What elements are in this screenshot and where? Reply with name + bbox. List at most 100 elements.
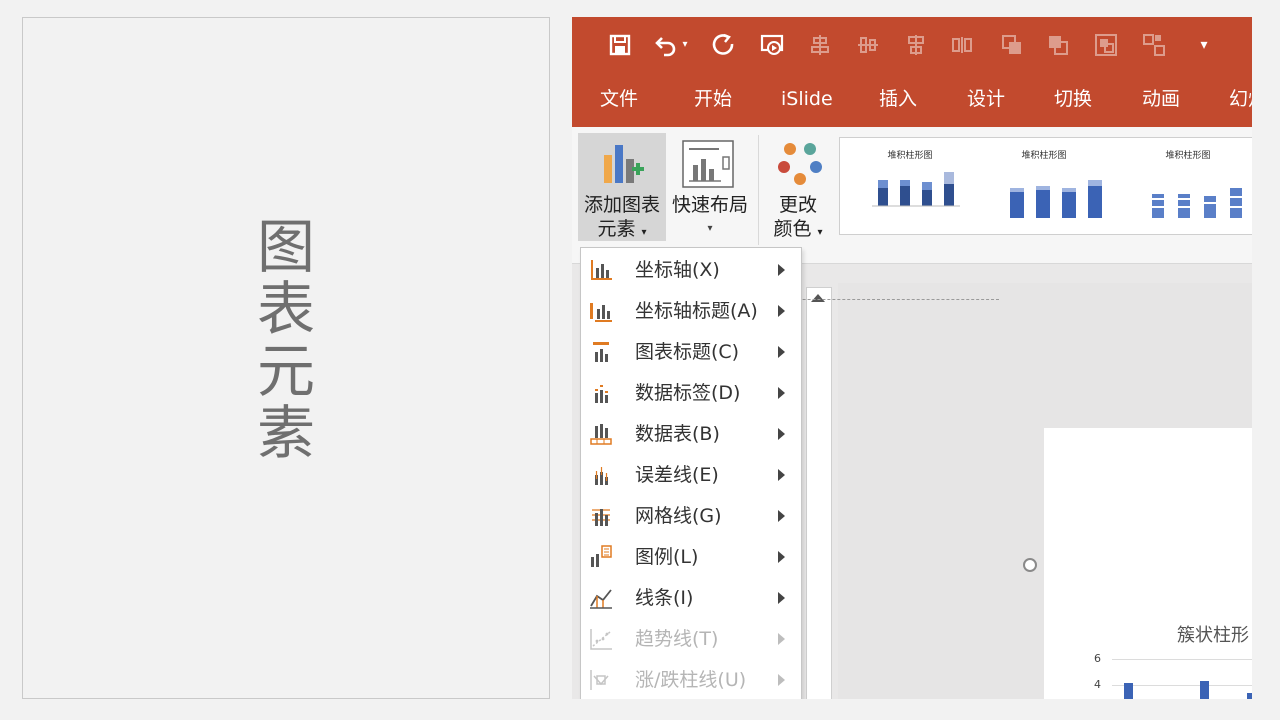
gridlines-icon <box>592 509 610 526</box>
submenu-arrow-icon <box>778 674 785 686</box>
start-slideshow-icon[interactable] <box>760 33 784 57</box>
menu-item-label: 网格线(G) <box>635 505 722 527</box>
menu-item-gridlines[interactable]: 网格线(G) <box>581 496 801 536</box>
tab-insert[interactable]: 插入 <box>879 87 917 111</box>
tab-islide[interactable]: iSlide <box>781 87 833 111</box>
submenu-arrow-icon <box>778 346 785 358</box>
tab-animations[interactable]: 动画 <box>1142 87 1180 111</box>
up-down-bars-icon <box>590 670 609 690</box>
thumb-title: 堆积柱形图 <box>1021 151 1067 161</box>
submenu-arrow-icon <box>778 633 785 645</box>
change-colors-label-2: 颜色 ▾ <box>773 218 823 240</box>
menu-item-data-labels[interactable]: 数据标签(D) <box>581 373 801 413</box>
menu-item-label: 涨/跌柱线(U) <box>635 669 747 691</box>
quick-layout-button[interactable]: 快速布局 ▾ <box>670 133 750 241</box>
chart-styles-gallery[interactable]: 堆积柱形图 堆积柱形图 堆积柱形图 <box>839 137 1252 235</box>
ungroup-icon[interactable] <box>1142 33 1166 57</box>
chart-bar <box>1200 681 1209 699</box>
ribbon-separator <box>758 135 759 245</box>
menu-item-label: 坐标轴标题(A) <box>635 300 758 322</box>
menu-item-axis-titles[interactable]: 坐标轴标题(A) <box>581 291 801 331</box>
change-colors-button[interactable]: 更改 颜色 ▾ <box>764 133 832 241</box>
submenu-arrow-icon <box>778 551 785 563</box>
stacked-bar-preview-icon <box>1010 180 1102 218</box>
group-icon[interactable] <box>1094 33 1118 57</box>
customize-qat-icon[interactable]: ▾ <box>1192 33 1216 57</box>
distribute-icon[interactable] <box>950 33 974 57</box>
menu-item-legend[interactable]: 图例(L) <box>581 537 801 577</box>
ribbon-tabs: 文件 开始 iSlide 插入 设计 切换 动画 幻灯 <box>572 73 1252 127</box>
chevron-down-icon: ▾ <box>707 223 713 234</box>
send-backward-icon[interactable] <box>1046 33 1070 57</box>
trendline-icon <box>590 629 612 650</box>
menu-item-label: 图表标题(C) <box>635 341 740 363</box>
add-chart-element-button[interactable]: 添加图表 元素 ▾ <box>578 133 666 241</box>
error-bars-icon <box>595 467 608 485</box>
title-char: 素 <box>256 399 315 467</box>
resize-handle[interactable] <box>1023 558 1037 572</box>
chart-style-thumb[interactable]: 堆积柱形图 <box>846 144 974 230</box>
undo-icon[interactable] <box>654 33 678 57</box>
tab-slideshow[interactable]: 幻灯 <box>1229 87 1252 111</box>
title-char: 表 <box>256 275 315 343</box>
tab-transitions[interactable]: 切换 <box>1054 87 1092 111</box>
bring-forward-icon[interactable] <box>1000 33 1024 57</box>
title-char: 图 <box>256 213 315 281</box>
menu-item-error-bars[interactable]: 误差线(E) <box>581 455 801 495</box>
submenu-arrow-icon <box>778 264 785 276</box>
menu-item-data-table[interactable]: 数据表(B) <box>581 414 801 454</box>
chart-title-icon <box>593 342 609 362</box>
chart-bar <box>1247 693 1252 699</box>
menu-item-label: 趋势线(T) <box>635 628 719 650</box>
data-labels-icon <box>595 385 608 403</box>
add-chart-element-menu: 坐标轴(X) 坐标轴标题(A) 图表标题(C) 数据标签(D) 数据表(B) 误… <box>580 247 802 699</box>
align-center-icon[interactable] <box>856 33 880 57</box>
submenu-arrow-icon <box>778 469 785 481</box>
chevron-down-icon: ▾ <box>641 227 647 238</box>
powerpoint-window: ▾ ▾ 文件 开始 iSlide 插入 设计 切换 动画 幻 添加图表 元素 ▾… <box>572 17 1252 699</box>
quick-layout-icon <box>682 140 734 188</box>
redo-icon[interactable] <box>712 33 736 57</box>
chart-style-thumb[interactable]: 堆积柱形图 <box>1124 144 1252 230</box>
stacked-bar-preview-icon <box>872 172 960 207</box>
gridline <box>1112 659 1252 660</box>
align-left-icon[interactable] <box>808 33 832 57</box>
add-chart-element-icon <box>604 145 644 183</box>
y-tick-label: 4 <box>1094 678 1101 691</box>
undo-dropdown-icon[interactable]: ▾ <box>678 33 692 57</box>
thumb-title: 堆积柱形图 <box>887 151 933 161</box>
tab-file[interactable]: 文件 <box>600 87 638 111</box>
legend-icon <box>591 545 612 567</box>
tab-design[interactable]: 设计 <box>967 87 1005 111</box>
submenu-arrow-icon <box>778 428 785 440</box>
chart-title: 簇状柱形 <box>1177 625 1249 646</box>
menu-item-up-down-bars[interactable]: 涨/跌柱线(U) <box>581 660 801 699</box>
menu-item-label: 数据标签(D) <box>635 382 741 404</box>
save-icon[interactable] <box>608 33 632 57</box>
section-title: 图 表 元 素 <box>23 216 549 464</box>
menu-item-label: 线条(I) <box>635 587 694 609</box>
menu-item-chart-title[interactable]: 图表标题(C) <box>581 332 801 372</box>
add-chart-element-label: 添加图表 <box>583 194 660 216</box>
menu-item-lines[interactable]: 线条(I) <box>581 578 801 618</box>
ribbon: 添加图表 元素 ▾ 快速布局 ▾ 更改 颜色 ▾ 堆积柱形图 堆积柱形图 堆积柱… <box>572 127 1252 264</box>
quick-layout-label: 快速布局 <box>671 194 748 216</box>
submenu-arrow-icon <box>778 387 785 399</box>
align-middle-icon[interactable] <box>904 33 928 57</box>
chevron-down-icon: ▾ <box>817 227 823 238</box>
menu-item-label: 坐标轴(X) <box>635 259 720 281</box>
chart-style-thumb[interactable]: 堆积柱形图 <box>980 144 1108 230</box>
data-table-icon <box>590 424 612 445</box>
axis-title-icon <box>590 303 612 322</box>
gridline <box>1112 685 1252 686</box>
menu-item-axes[interactable]: 坐标轴(X) <box>581 250 801 290</box>
y-tick-label: 6 <box>1094 652 1101 665</box>
lines-icon <box>590 589 612 609</box>
change-colors-label: 更改 <box>778 194 817 216</box>
title-card: 图 表 元 素 <box>22 17 550 699</box>
menu-item-label: 误差线(E) <box>635 464 719 486</box>
title-char: 元 <box>256 337 315 405</box>
menu-item-trendline[interactable]: 趋势线(T) <box>581 619 801 659</box>
submenu-arrow-icon <box>778 592 785 604</box>
tab-home[interactable]: 开始 <box>694 87 732 111</box>
